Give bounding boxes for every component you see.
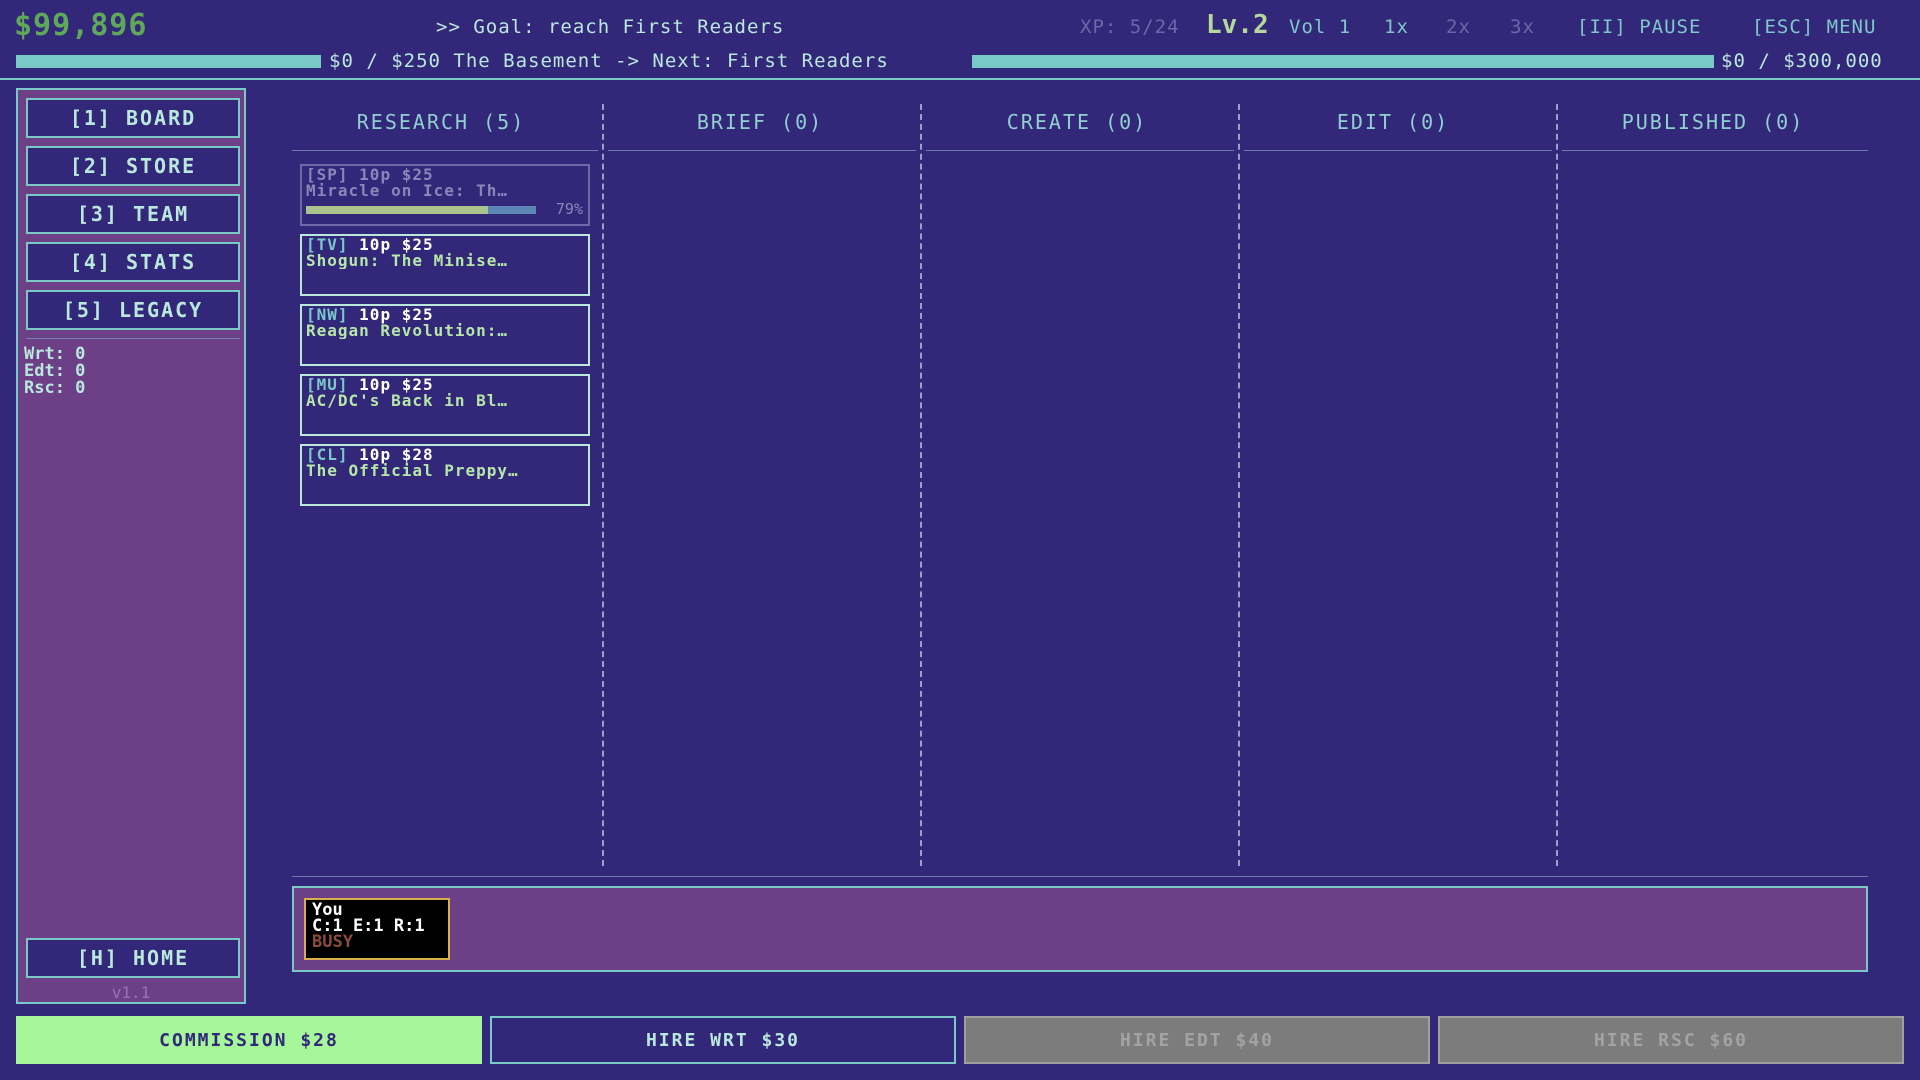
nav-legacy-button[interactable]: [5] LEGACY <box>26 290 240 330</box>
location-progress-text: $0 / $250 The Basement -> Next: First Re… <box>329 50 889 72</box>
commission-button[interactable]: COMMISSION $28 <box>16 1016 482 1064</box>
level-display: Lv.2 <box>1206 10 1269 40</box>
column-divider <box>1556 104 1558 866</box>
column-underline <box>926 150 1234 151</box>
version-label: v1.1 <box>111 983 151 1002</box>
card-category-tag: [MU] <box>306 375 349 394</box>
hire-researcher-button[interactable]: HIRE RSC $60 <box>1438 1016 1904 1064</box>
card-progress-percent: 79% <box>555 200 583 218</box>
card-title: Reagan Revolution:… <box>306 323 509 339</box>
column-underline <box>1244 150 1552 151</box>
card-category-tag: [NW] <box>306 305 349 324</box>
column-brief-header: BRIEF (0) <box>696 110 824 134</box>
nav-stats-button[interactable]: [4] STATS <box>26 242 240 282</box>
card-category-tag: [SP] <box>306 165 349 184</box>
menu-button[interactable]: [ESC] MENU <box>1752 16 1876 38</box>
top-divider <box>0 78 1920 80</box>
speed-3x-button[interactable]: 3x <box>1510 16 1535 38</box>
sidebar: [1] BOARD [2] STORE [3] TEAM [4] STATS [… <box>16 88 246 1004</box>
column-divider <box>920 104 922 866</box>
staff-panel: You C:1 E:1 R:1 BUSY <box>292 886 1868 972</box>
card-title: AC/DC's Back in Bl… <box>306 393 509 409</box>
hire-writer-button[interactable]: HIRE WRT $30 <box>490 1016 956 1064</box>
column-research-header: RESEARCH (5) <box>356 110 526 134</box>
column-underline <box>1562 150 1868 151</box>
volume-label: Vol 1 <box>1289 16 1352 38</box>
card-meta: 10p $25 <box>359 235 434 254</box>
card-category-tag: [TV] <box>306 235 349 254</box>
card-meta: 10p $25 <box>359 165 434 184</box>
nav-team-button[interactable]: [3] TEAM <box>26 194 240 234</box>
column-published-header: PUBLISHED (0) <box>1621 110 1805 134</box>
nav-board-button[interactable]: [1] BOARD <box>26 98 240 138</box>
column-underline <box>292 150 598 151</box>
staff-divider <box>292 876 1868 877</box>
hire-editor-button[interactable]: HIRE EDT $40 <box>964 1016 1430 1064</box>
goal-progress-bar <box>972 55 1714 68</box>
nav-home-button[interactable]: [H] HOME <box>26 938 240 978</box>
story-card-news[interactable]: [NW] 10p $25 Reagan Revolution:… <box>300 304 590 366</box>
column-divider <box>602 104 604 866</box>
column-edit-header: EDIT (0) <box>1336 110 1450 134</box>
pause-button[interactable]: [II] PAUSE <box>1577 16 1701 38</box>
card-progress-bar <box>306 206 536 214</box>
column-divider <box>1238 104 1240 866</box>
xp-display: XP: 5/24 <box>1080 16 1180 38</box>
card-title: Shogun: The Minise… <box>306 253 509 269</box>
card-category-tag: [CL] <box>306 445 349 464</box>
story-card-music[interactable]: [MU] 10p $25 AC/DC's Back in Bl… <box>300 374 590 436</box>
card-meta: 10p $25 <box>359 375 434 394</box>
column-create-header: CREATE (0) <box>1006 110 1148 134</box>
card-meta: 10p $28 <box>359 445 434 464</box>
stat-researchers: Rsc: 0 <box>24 378 86 398</box>
location-progress-bar <box>16 55 321 68</box>
story-card-culture[interactable]: [CL] 10p $28 The Official Preppy… <box>300 444 590 506</box>
card-meta: 10p $25 <box>359 305 434 324</box>
card-title: Miracle on Ice: Th… <box>306 183 509 199</box>
staff-status: BUSY <box>312 932 353 952</box>
money-display: $99,896 <box>14 8 148 43</box>
goal-progress-text: $0 / $300,000 <box>1721 50 1883 72</box>
speed-2x-button[interactable]: 2x <box>1446 16 1471 38</box>
staff-card-you[interactable]: You C:1 E:1 R:1 BUSY <box>304 898 450 960</box>
goal-text: >> Goal: reach First Readers <box>436 16 785 38</box>
speed-1x-button[interactable]: 1x <box>1384 16 1409 38</box>
nav-store-button[interactable]: [2] STORE <box>26 146 240 186</box>
sidebar-divider <box>26 338 240 339</box>
story-card-tv[interactable]: [TV] 10p $25 Shogun: The Minise… <box>300 234 590 296</box>
card-title: The Official Preppy… <box>306 463 519 479</box>
story-card-sports[interactable]: [SP] 10p $25 Miracle on Ice: Th… 79% <box>300 164 590 226</box>
column-underline <box>608 150 916 151</box>
